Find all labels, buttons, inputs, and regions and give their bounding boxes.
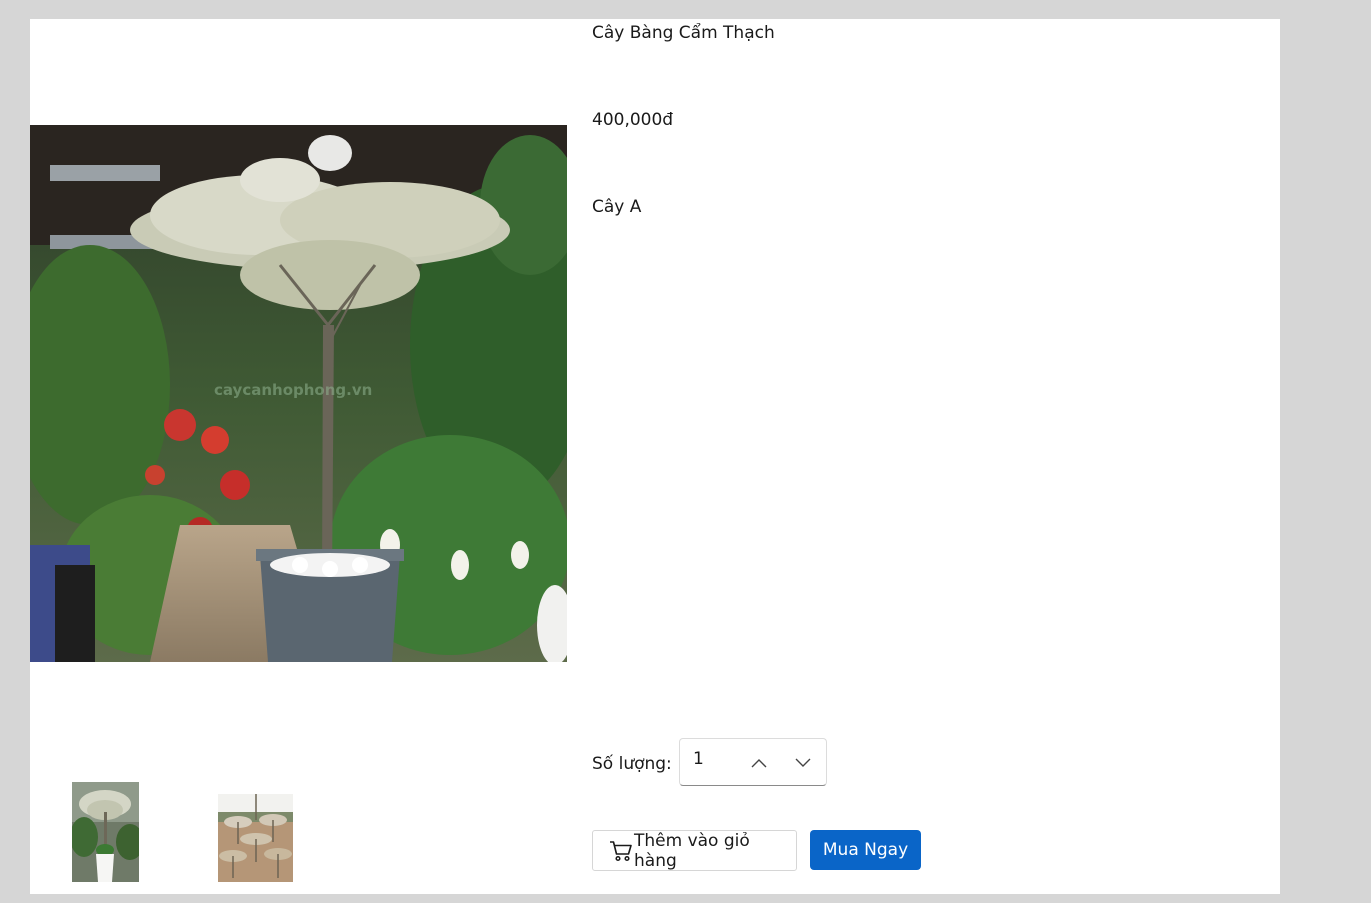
cart-icon <box>609 840 633 862</box>
quantity-label: Số lượng: <box>592 754 672 774</box>
product-thumbnail-1[interactable] <box>72 782 139 882</box>
quantity-value[interactable]: 1 <box>693 747 704 771</box>
product-category: Cây A <box>592 197 642 217</box>
add-to-cart-label: Thêm vào giỏ hàng <box>634 830 750 871</box>
add-to-cart-button[interactable]: Thêm vào giỏ hàng <box>592 830 797 871</box>
chevron-up-icon[interactable] <box>745 751 773 775</box>
product-thumbnail-2[interactable] <box>218 794 293 882</box>
product-main-image: caycanhophong.vn <box>30 125 567 662</box>
chevron-down-icon[interactable] <box>789 751 817 775</box>
product-title: Cây Bàng Cẩm Thạch <box>592 23 775 43</box>
quantity-stepper[interactable]: 1 <box>679 738 827 786</box>
product-price: 400,000đ <box>592 110 674 130</box>
buy-now-button[interactable]: Mua Ngay <box>810 830 921 870</box>
product-detail-panel: caycanhophong.vn Cây Bàng Cẩm Thạch 400,… <box>30 19 1280 894</box>
watermark: caycanhophong.vn <box>214 381 372 399</box>
